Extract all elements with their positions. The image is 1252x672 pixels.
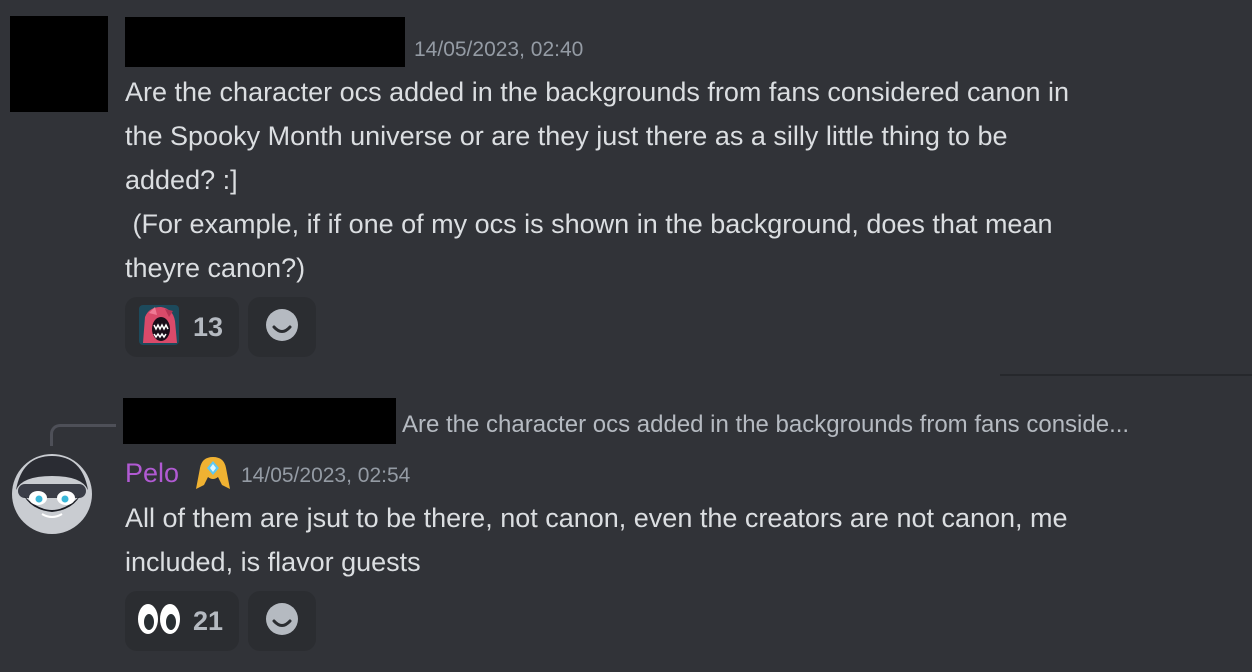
eyes-emoji-icon bbox=[137, 601, 181, 642]
message-content: All of them are jsut to be there, not ca… bbox=[125, 496, 1225, 584]
username[interactable]: Pelo bbox=[125, 455, 179, 491]
username-redacted[interactable] bbox=[125, 17, 405, 67]
reaction-count: 13 bbox=[193, 311, 224, 342]
message-line: added? :] bbox=[125, 165, 238, 195]
message-line: Are the character ocs added in the backg… bbox=[125, 77, 1070, 107]
character-emoji-icon bbox=[137, 303, 181, 352]
avatar-redacted[interactable] bbox=[10, 16, 108, 112]
role-badge-icon[interactable] bbox=[194, 455, 232, 491]
smiley-add-reaction-icon bbox=[265, 602, 299, 641]
smiley-add-reaction-icon bbox=[265, 308, 299, 347]
avatar[interactable] bbox=[12, 454, 92, 534]
add-reaction-button[interactable] bbox=[248, 297, 316, 357]
message-line: (For example, if if one of my ocs is sho… bbox=[125, 209, 1053, 239]
reaction-button[interactable]: 21 bbox=[125, 591, 239, 651]
message-timestamp: 14/05/2023, 02:54 bbox=[241, 464, 411, 487]
add-reaction-button[interactable] bbox=[248, 591, 316, 651]
reply-preview[interactable]: Are the character ocs added in the backg… bbox=[402, 409, 1232, 441]
reaction-count: 21 bbox=[193, 605, 224, 636]
reaction-button[interactable]: 13 bbox=[125, 297, 239, 357]
message-line: theyre canon?) bbox=[125, 253, 306, 283]
message-line: the Spooky Month universe or are they ju… bbox=[125, 121, 1008, 151]
message-content: Are the character ocs added in the backg… bbox=[125, 70, 1225, 290]
message-line: All of them are jsut to be there, not ca… bbox=[125, 503, 1068, 533]
message-line: included, is flavor guests bbox=[125, 547, 421, 577]
reply-username-redacted[interactable] bbox=[123, 398, 396, 444]
message-timestamp: 14/05/2023, 02:40 bbox=[414, 38, 584, 61]
divider bbox=[1000, 374, 1252, 376]
reply-spine bbox=[50, 424, 116, 446]
